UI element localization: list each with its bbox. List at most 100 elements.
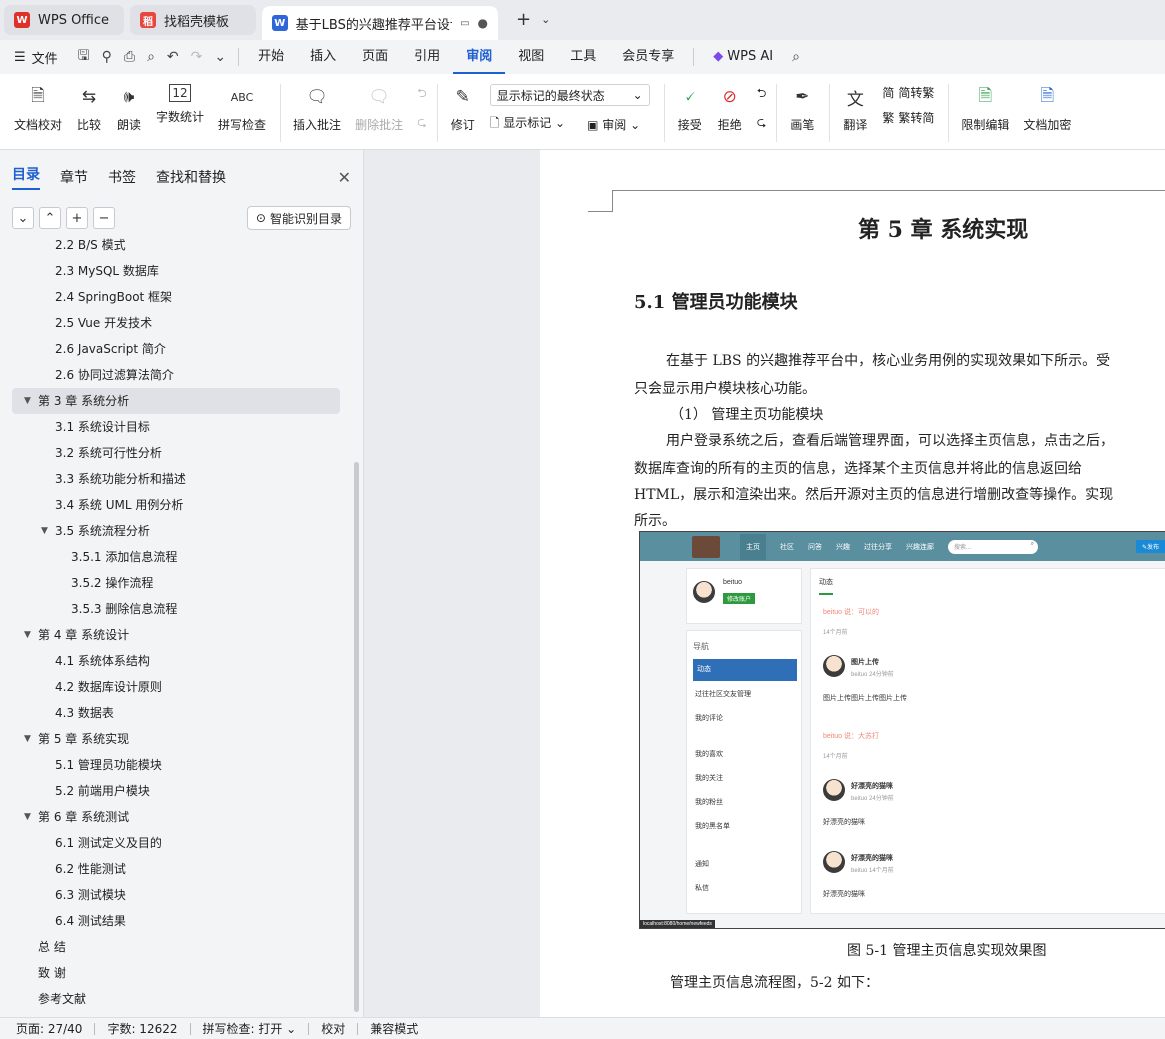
tab-wps-office[interactable]: W WPS Office	[4, 5, 124, 35]
redo-icon[interactable]: ↷	[185, 49, 209, 65]
spell-check-indicator[interactable]: 拼写检查: 打开 ⌄	[203, 1020, 297, 1037]
monitor-icon[interactable]: ▭	[460, 18, 469, 29]
undo-icon[interactable]: ↶	[161, 49, 185, 65]
menu-review[interactable]: 审阅	[453, 40, 506, 74]
hamburger-icon[interactable]: ☰	[14, 50, 26, 65]
compare-button[interactable]: ⇆ 比较	[76, 84, 102, 133]
toc-item[interactable]: 3.1 系统设计目标	[0, 414, 352, 440]
toc-item[interactable]: 3.5.1 添加信息流程	[0, 544, 352, 570]
add-heading-icon[interactable]: +	[66, 207, 88, 229]
toc-item[interactable]: 2.4 SpringBoot 框架	[0, 284, 352, 310]
print-icon[interactable]: ⎙	[118, 49, 141, 65]
toc-item[interactable]: 4.2 数据库设计原则	[0, 674, 352, 700]
wps-ai-button[interactable]: ◆ WPS AI	[700, 40, 786, 74]
toc-item[interactable]: 3.5.2 操作流程	[0, 570, 352, 596]
simp-to-trad-button[interactable]: 简简转繁	[882, 84, 934, 101]
tab-find-replace[interactable]: 查找和替换	[156, 167, 226, 187]
reject-button[interactable]: ⊘ 拒绝	[717, 84, 743, 133]
menu-view[interactable]: 视图	[505, 40, 557, 74]
toc-item[interactable]: 6.3 测试模块	[0, 882, 352, 908]
collapse-chevron-icon[interactable]: ⌄	[12, 207, 34, 229]
remove-heading-icon[interactable]: −	[93, 207, 115, 229]
toc-item[interactable]: 总 结	[0, 934, 352, 960]
toc-scrollbar[interactable]	[354, 462, 359, 1012]
proof-button[interactable]: 🗎 文档校对	[14, 84, 62, 133]
pen-button[interactable]: ✒ 画笔	[789, 84, 815, 133]
proof-indicator[interactable]: 校对	[321, 1020, 345, 1037]
save-icon[interactable]: 🖫	[72, 45, 96, 69]
expand-chevron-icon[interactable]: ⌃	[39, 207, 61, 229]
word-count-indicator[interactable]: 字数: 12622	[107, 1020, 177, 1037]
expand-arrow-icon[interactable]: ▼	[24, 622, 31, 648]
track-changes-button[interactable]: ✎ 修订	[450, 84, 476, 133]
menu-page[interactable]: 页面	[349, 40, 401, 74]
translate-button[interactable]: 文翻译	[842, 84, 868, 133]
read-aloud-button[interactable]: 🕪 朗读	[116, 84, 142, 133]
review-pane-button[interactable]: ▣ 审阅 ⌄	[587, 116, 640, 133]
show-markup-button[interactable]: 🗋 显示标记 ⌄	[490, 114, 565, 135]
expand-arrow-icon[interactable]: ▼	[24, 726, 31, 752]
toc-item[interactable]: 4.3 数据表	[0, 700, 352, 726]
toc-item[interactable]: 3.3 系统功能分析和描述	[0, 466, 352, 492]
tab-chapters[interactable]: 章节	[60, 167, 88, 187]
word-count-button[interactable]: 12 字数统计	[156, 84, 204, 125]
toc-item[interactable]: 3.5.3 删除信息流程	[0, 596, 352, 622]
restrict-edit-button[interactable]: 🗎 限制编辑	[961, 84, 1009, 133]
next-comment-icon[interactable]: ⮎	[417, 113, 427, 134]
insert-comment-button[interactable]: 🗨 插入批注	[293, 84, 341, 133]
document-page[interactable]: 第 5 章 系统实现 5.1 管理员功能模块 在基于 LBS 的兴趣推荐平台中，…	[540, 150, 1165, 1017]
toc-item[interactable]: 5.1 管理员功能模块	[0, 752, 352, 778]
menu-tools[interactable]: 工具	[557, 40, 609, 74]
expand-arrow-icon[interactable]: ▼	[41, 518, 48, 544]
next-change-icon[interactable]: ⮎	[757, 113, 767, 134]
share-icon[interactable]: ⚲	[96, 49, 118, 65]
chevron-down-icon[interactable]: ⌄	[541, 9, 550, 31]
toc-item[interactable]: 2.6 协同过滤算法简介	[0, 362, 352, 388]
file-menu[interactable]: 文件	[32, 48, 58, 67]
delete-comment-button[interactable]: 🗨 删除批注	[355, 84, 403, 133]
toc-item[interactable]: 6.2 性能测试	[0, 856, 352, 882]
tab-docer[interactable]: 稻 找稻壳模板	[130, 5, 256, 35]
toc-item[interactable]: ▼ 第 3 章 系统分析	[12, 388, 340, 414]
toc-item[interactable]: ▼ 第 5 章 系统实现	[0, 726, 352, 752]
menu-start[interactable]: 开始	[245, 40, 297, 74]
print-preview-icon[interactable]: ⌕	[141, 49, 161, 65]
trad-to-simp-button[interactable]: 繁繁转简	[882, 109, 934, 126]
tab-close-dot-icon[interactable]: ●	[478, 16, 488, 30]
toc-item[interactable]: 2.3 MySQL 数据库	[0, 258, 352, 284]
toc-item[interactable]: 6.1 测试定义及目的	[0, 830, 352, 856]
toc-item[interactable]: 6.4 测试结果	[0, 908, 352, 934]
menu-vip[interactable]: 会员专享	[609, 40, 687, 74]
toc-item[interactable]: ▼ 第 4 章 系统设计	[0, 622, 352, 648]
encrypt-button[interactable]: 🗎 文档加密	[1023, 84, 1071, 133]
accept-button[interactable]: 🗸 接受	[677, 84, 703, 133]
expand-arrow-icon[interactable]: ▼	[24, 804, 31, 830]
tab-toc[interactable]: 目录	[12, 164, 40, 190]
toc-item[interactable]: 2.2 B/S 模式	[0, 232, 352, 258]
close-icon[interactable]: ✕	[338, 168, 351, 187]
figure-screenshot[interactable]: 主页 社区 问答 兴趣 过往分享 兴趣连廊 搜索... ⌕ ✎发布 beituo …	[639, 531, 1165, 929]
toc-item[interactable]: 3.4 系统 UML 用例分析	[0, 492, 352, 518]
toc-item[interactable]: 5.2 前端用户模块	[0, 778, 352, 804]
expand-arrow-icon[interactable]: ▼	[24, 388, 31, 414]
prev-change-icon[interactable]: ⮌	[757, 84, 767, 105]
toc-item[interactable]: 参考文献	[0, 986, 352, 1008]
toc-item[interactable]: 致 谢	[0, 960, 352, 986]
search-icon[interactable]: ⌕	[786, 49, 806, 65]
toc-item[interactable]: 3.2 系统可行性分析	[0, 440, 352, 466]
markup-mode-select[interactable]: 显示标记的最终状态 ⌄	[489, 84, 650, 106]
menu-references[interactable]: 引用	[401, 40, 453, 74]
more-chevron-icon[interactable]: ⌄	[208, 49, 232, 65]
toc-item[interactable]: 4.1 系统体系结构	[0, 648, 352, 674]
toc-item[interactable]: 2.5 Vue 开发技术	[0, 310, 352, 336]
menu-insert[interactable]: 插入	[297, 40, 349, 74]
new-tab-icon[interactable]: +	[516, 9, 531, 31]
tab-document[interactable]: W 基于LBS的兴趣推荐平台设计与 ▭ ●	[262, 6, 498, 40]
prev-comment-icon[interactable]: ⮌	[417, 84, 427, 105]
tab-bookmarks[interactable]: 书签	[108, 167, 136, 187]
toc-item[interactable]: ▼ 3.5 系统流程分析	[0, 518, 352, 544]
toc-item[interactable]: 2.6 JavaScript 简介	[0, 336, 352, 362]
spell-check-button[interactable]: ABC 拼写检查	[218, 84, 266, 133]
smart-toc-button[interactable]: ⊙ 智能识别目录	[246, 206, 351, 230]
page-indicator[interactable]: 页面: 27/40	[16, 1020, 82, 1037]
